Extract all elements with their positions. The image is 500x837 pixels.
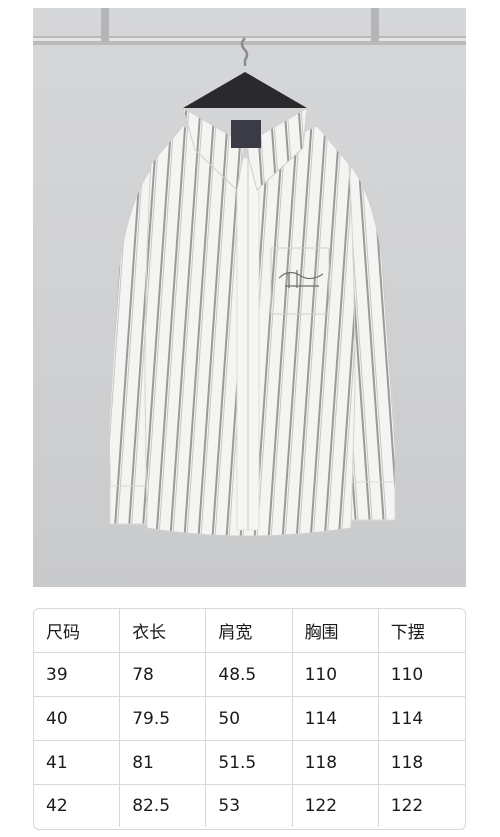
cell-shoulder: 48.5 [206, 653, 293, 696]
size-chart-table: 尺码 衣长 肩宽 胸围 下摆 39 78 48.5 110 110 40 79.… [33, 608, 466, 830]
table-header-row: 尺码 衣长 肩宽 胸围 下摆 [34, 609, 465, 653]
header-chest: 胸围 [293, 609, 379, 652]
header-hem: 下摆 [390, 623, 425, 643]
cell-hem: 122 [390, 796, 424, 816]
cell-chest: 122 [293, 785, 379, 827]
cell-hem: 118 [390, 752, 424, 773]
cell-shoulder: 50 [206, 697, 293, 740]
cell-size: 39 [34, 653, 121, 696]
cell-size: 42 [34, 785, 121, 827]
product-photo [33, 8, 466, 587]
cell-length: 82.5 [120, 785, 207, 827]
table-row: 39 78 48.5 110 110 [34, 653, 465, 697]
striped-shirt-illustration [33, 8, 466, 537]
header-length: 衣长 [120, 609, 207, 652]
cell-size: 41 [34, 741, 121, 784]
header-shoulder: 肩宽 [206, 609, 293, 652]
cell-size: 40 [34, 697, 121, 740]
cell-length: 78 [120, 653, 207, 696]
table-row: 42 82.5 53 122 122 [34, 785, 465, 827]
cell-length: 79.5 [120, 697, 207, 740]
cell-length: 81 [120, 741, 207, 784]
cell-hem: 110 [390, 664, 424, 685]
table-row: 41 81 51.5 118 118 [34, 741, 465, 785]
cell-hem: 114 [390, 708, 424, 729]
cell-shoulder: 53 [206, 785, 293, 827]
table-row: 40 79.5 50 114 114 [34, 697, 465, 741]
cell-shoulder: 51.5 [206, 741, 293, 784]
cell-chest: 114 [293, 697, 379, 740]
header-size: 尺码 [34, 609, 121, 652]
hanger-icon [183, 37, 307, 108]
chest-pocket [270, 247, 330, 315]
cell-chest: 110 [293, 653, 379, 696]
cell-chest: 118 [293, 741, 379, 784]
